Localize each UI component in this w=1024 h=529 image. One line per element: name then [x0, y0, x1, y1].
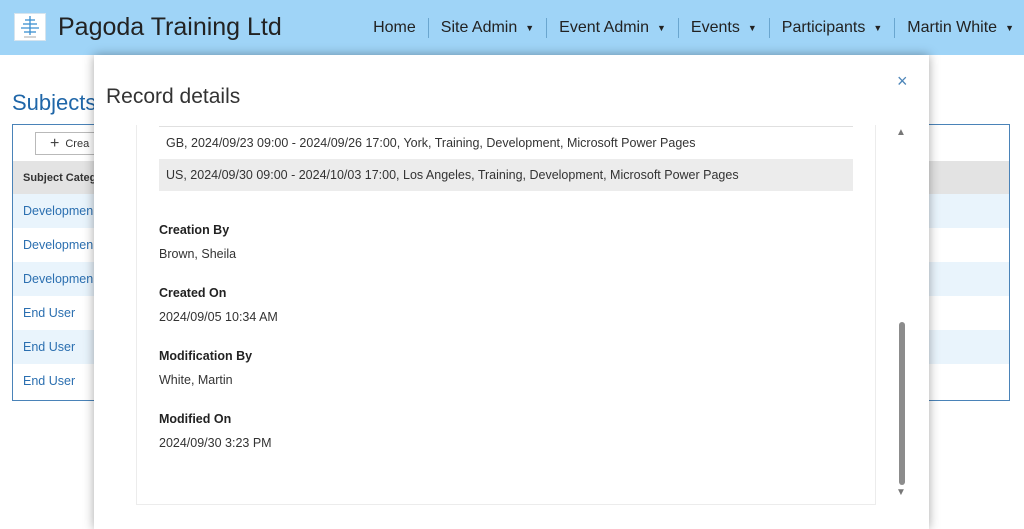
scroll-down-icon[interactable]: ▼	[896, 487, 906, 498]
chevron-down-icon: ▼	[747, 22, 757, 33]
brand-name[interactable]: Pagoda Training Ltd	[58, 13, 282, 42]
scroll-up-icon[interactable]: ▲	[896, 127, 906, 138]
field-label-modification-by: Modification By	[159, 349, 253, 363]
nav-events[interactable]: Events ▼	[679, 17, 770, 38]
nav-home-label: Home	[373, 18, 416, 36]
nav-home[interactable]: Home	[361, 17, 429, 38]
field-value-modified-on: 2024/09/30 3:23 PM	[159, 436, 272, 450]
modal-title: Record details	[106, 85, 241, 108]
field-label-creation-by: Creation By	[159, 223, 230, 237]
nav-participants[interactable]: Participants ▼	[770, 17, 896, 38]
chevron-down-icon: ▼	[873, 22, 883, 33]
nav-user-label: Martin White	[907, 18, 998, 36]
field-value-created-on: 2024/09/05 10:34 AM	[159, 310, 278, 324]
nav-site-admin[interactable]: Site Admin ▼	[429, 17, 548, 38]
close-icon[interactable]: ×	[897, 71, 908, 92]
main-nav: Home Site Admin ▼ Event Admin ▼ Events ▼ Pa…	[361, 0, 1024, 55]
create-button-label: Crea	[65, 137, 90, 150]
chevron-down-icon: ▼	[525, 22, 535, 33]
nav-event-admin-label: Event Admin	[559, 18, 649, 36]
nav-site-admin-label: Site Admin	[440, 18, 518, 36]
modal-content[interactable]: GB, 2024/09/23 09:00 - 2024/09/26 17:00,…	[136, 125, 876, 505]
event-list-item-selected[interactable]: US, 2024/09/30 09:00 - 2024/10/03 17:00,…	[159, 159, 853, 191]
event-list-item[interactable]: GB, 2024/09/23 09:00 - 2024/09/26 17:00,…	[159, 126, 853, 158]
chevron-down-icon: ▼	[1005, 22, 1014, 33]
record-details-modal: Record details × GB, 2024/09/23 09:00 - …	[94, 55, 929, 529]
pagoda-logo-icon[interactable]	[14, 13, 46, 41]
nav-user-menu[interactable]: Martin White ▼	[895, 18, 1024, 38]
field-value-modification-by: White, Martin	[159, 373, 233, 387]
top-navbar: Pagoda Training Ltd Home Site Admin ▼ Eve…	[0, 0, 1024, 55]
plus-icon: +	[50, 134, 60, 152]
nav-events-label: Events	[690, 18, 740, 36]
page-title: Subjects	[12, 90, 97, 115]
chevron-down-icon: ▼	[657, 22, 666, 33]
scrollbar-thumb[interactable]	[899, 322, 905, 485]
nav-event-admin[interactable]: Event Admin ▼	[547, 17, 679, 38]
field-label-created-on: Created On	[159, 286, 227, 300]
field-value-creation-by: Brown, Sheila	[159, 247, 237, 261]
nav-participants-label: Participants	[781, 18, 866, 36]
field-label-modified-on: Modified On	[159, 412, 232, 426]
